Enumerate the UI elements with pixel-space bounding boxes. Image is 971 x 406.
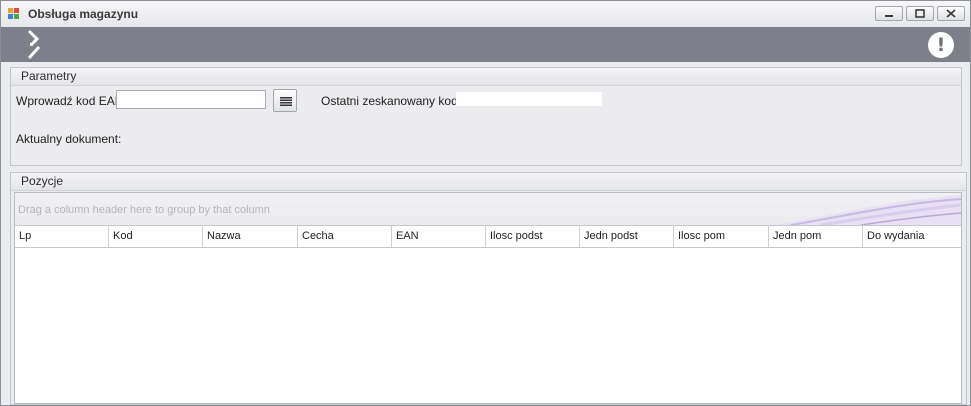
- group-by-panel[interactable]: Drag a column header here to group by th…: [15, 193, 961, 225]
- positions-grid[interactable]: Drag a column header here to group by th…: [14, 192, 962, 404]
- minimize-button[interactable]: [875, 6, 903, 21]
- column-header-row: Lp Kod Nazwa Cecha EAN Ilosc podst Jedn …: [15, 225, 961, 248]
- maximize-icon: [915, 9, 925, 18]
- minimize-icon: [885, 15, 893, 17]
- window-title: Obsługa magazynu: [28, 7, 139, 21]
- column-header-ilosc-podst[interactable]: Ilosc podst: [486, 226, 580, 247]
- column-header-kod[interactable]: Kod: [109, 226, 203, 247]
- ean-label: Wprowadź kod EAN: [16, 94, 124, 108]
- toolbar: !: [1, 27, 970, 62]
- pozycje-header: Pozycje: [11, 173, 966, 191]
- column-header-nazwa[interactable]: Nazwa: [203, 226, 298, 247]
- title-bar[interactable]: Obsługa magazynu: [1, 1, 970, 27]
- list-icon: [280, 97, 292, 106]
- group-by-hint: Drag a column header here to group by th…: [18, 204, 270, 216]
- maximize-button[interactable]: [906, 6, 934, 21]
- parametry-group: Parametry Wprowadź kod EAN Ostatni zeska…: [10, 67, 962, 166]
- exclamation-alert-icon[interactable]: !: [928, 32, 954, 58]
- last-scanned-value: [456, 92, 602, 106]
- close-button[interactable]: [937, 6, 965, 21]
- column-header-do-wydania[interactable]: Do wydania: [863, 226, 961, 247]
- pozycje-group: Pozycje Drag a column header here to gro…: [10, 172, 967, 405]
- warehouse-app-icon: [8, 8, 21, 20]
- column-header-lp[interactable]: Lp: [15, 226, 109, 247]
- column-header-jedn-pom[interactable]: Jedn pom: [769, 226, 863, 247]
- parametry-header: Parametry: [11, 68, 961, 86]
- column-header-jedn-podst[interactable]: Jedn podst: [580, 226, 674, 247]
- last-scanned-label: Ostatni zeskanowany kod:: [321, 94, 462, 108]
- chevron-logo-icon: [27, 29, 41, 60]
- current-document-label: Aktualny dokument:: [16, 132, 122, 146]
- column-header-cecha[interactable]: Cecha: [298, 226, 392, 247]
- ean-input[interactable]: [116, 90, 266, 109]
- column-header-ilosc-pom[interactable]: Ilosc pom: [674, 226, 769, 247]
- column-header-ean[interactable]: EAN: [392, 226, 486, 247]
- main-window: Obsługa magazynu ! Parametry Wprowadź ko…: [0, 0, 971, 406]
- ean-list-button[interactable]: [273, 89, 297, 112]
- close-icon: [946, 9, 956, 18]
- decorative-swoosh: [771, 195, 961, 225]
